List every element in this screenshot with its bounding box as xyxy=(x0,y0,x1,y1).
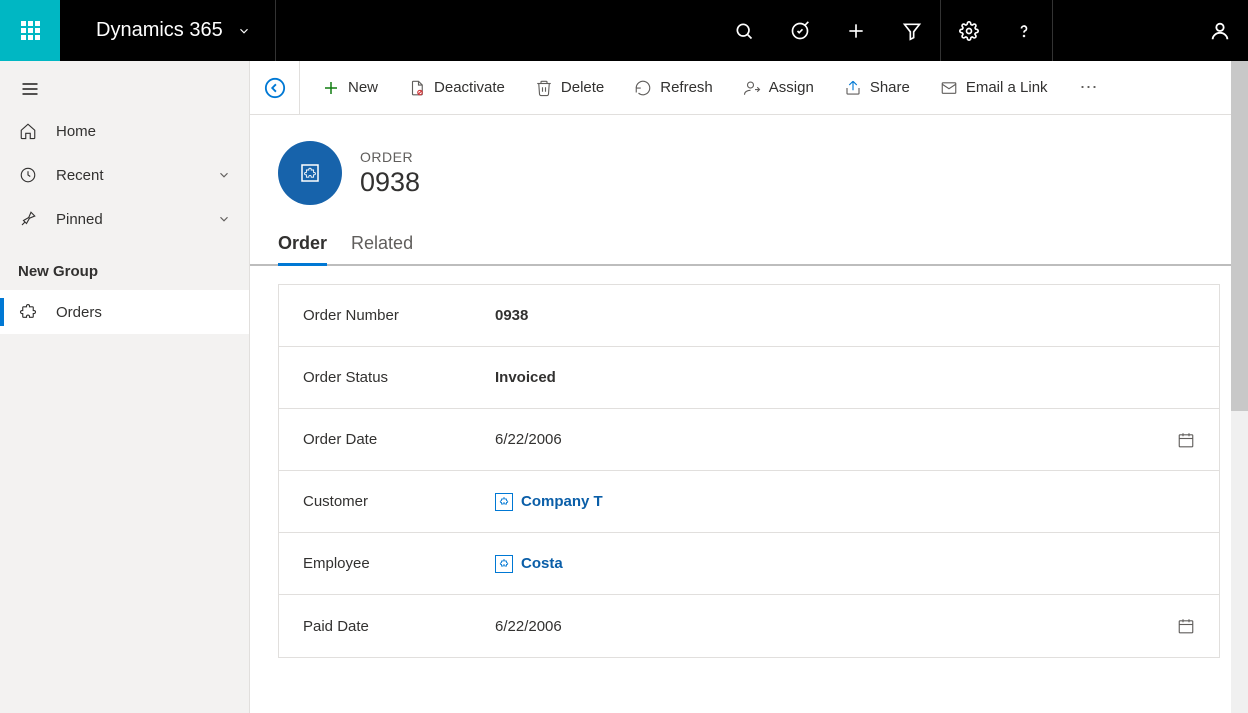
app-launcher[interactable] xyxy=(0,0,60,61)
command-share[interactable]: Share xyxy=(832,71,922,105)
command-label: Email a Link xyxy=(966,79,1048,96)
chevron-down-icon xyxy=(217,168,231,182)
record-icon xyxy=(278,141,342,205)
assign-icon xyxy=(743,79,761,97)
field-label: Order Number xyxy=(303,307,495,324)
sidebar-item-recent[interactable]: Recent xyxy=(0,153,249,197)
topbar: Dynamics 365 xyxy=(0,0,1248,61)
command-refresh[interactable]: Refresh xyxy=(622,71,725,105)
tab-order[interactable]: Order xyxy=(278,225,327,264)
settings-icon[interactable] xyxy=(940,0,996,61)
field-label: Order Status xyxy=(303,369,495,386)
command-new[interactable]: New xyxy=(310,71,390,105)
command-label: Refresh xyxy=(660,79,713,96)
link-text: Costa xyxy=(521,555,563,572)
command-label: Deactivate xyxy=(434,79,505,96)
field-paid-date: Paid Date 6/22/2006 xyxy=(279,595,1219,657)
search-icon[interactable] xyxy=(716,0,772,61)
topbar-actions xyxy=(716,0,1248,61)
field-label: Customer xyxy=(303,493,495,510)
field-label: Paid Date xyxy=(303,618,495,635)
entity-label: ORDER xyxy=(360,149,420,165)
chevron-down-icon xyxy=(237,24,251,38)
back-button[interactable] xyxy=(250,61,300,114)
link-text: Company T xyxy=(521,493,603,510)
field-employee: Employee Costa xyxy=(279,533,1219,595)
pin-icon xyxy=(18,210,38,228)
chevron-down-icon xyxy=(217,212,231,226)
clock-icon xyxy=(18,166,38,184)
hamburger-button[interactable] xyxy=(0,69,249,109)
record-tabs: Order Related xyxy=(250,225,1248,266)
lookup-icon xyxy=(495,493,513,511)
command-label: Assign xyxy=(769,79,814,96)
sidebar-item-pinned[interactable]: Pinned xyxy=(0,197,249,241)
sidebar-item-label: Home xyxy=(56,123,231,140)
sidebar-item-orders[interactable]: Orders xyxy=(0,290,249,334)
calendar-icon[interactable] xyxy=(1177,617,1195,635)
field-label: Employee xyxy=(303,555,495,572)
form-panel: Order Number 0938 Order Status Invoiced … xyxy=(278,284,1220,658)
field-order-date: Order Date 6/22/2006 xyxy=(279,409,1219,471)
field-customer: Customer Company T xyxy=(279,471,1219,533)
record-header: ORDER 0938 xyxy=(250,115,1248,225)
overflow-menu[interactable]: ⋯ xyxy=(1066,69,1114,106)
field-value-link[interactable]: Company T xyxy=(495,493,1195,511)
app-title-text: Dynamics 365 xyxy=(96,19,223,42)
field-order-status: Order Status Invoiced xyxy=(279,347,1219,409)
command-label: New xyxy=(348,79,378,96)
help-icon[interactable] xyxy=(996,0,1052,61)
field-value[interactable]: Invoiced xyxy=(495,369,1195,386)
content-area: New Deactivate Delete xyxy=(250,61,1248,713)
app-title-section[interactable]: Dynamics 365 xyxy=(60,0,276,61)
user-avatar[interactable] xyxy=(1192,0,1248,61)
share-icon xyxy=(844,79,862,97)
calendar-icon[interactable] xyxy=(1177,431,1195,449)
command-delete[interactable]: Delete xyxy=(523,71,616,105)
add-icon[interactable] xyxy=(828,0,884,61)
waffle-icon xyxy=(21,21,40,40)
deactivate-icon xyxy=(408,79,426,97)
plus-icon xyxy=(322,79,340,97)
email-icon xyxy=(940,79,958,97)
scrollbar-thumb[interactable] xyxy=(1231,61,1248,411)
field-value[interactable]: 6/22/2006 xyxy=(495,618,1177,635)
sidebar-item-home[interactable]: Home xyxy=(0,109,249,153)
command-label: Share xyxy=(870,79,910,96)
lookup-icon xyxy=(495,555,513,573)
tab-related[interactable]: Related xyxy=(351,225,413,264)
entity-title: 0938 xyxy=(360,167,420,198)
sidebar-item-label: Pinned xyxy=(56,211,217,228)
field-value[interactable]: 0938 xyxy=(495,307,1195,324)
command-bar: New Deactivate Delete xyxy=(250,61,1248,115)
vertical-scrollbar[interactable] xyxy=(1231,61,1248,713)
field-order-number: Order Number 0938 xyxy=(279,285,1219,347)
filter-icon[interactable] xyxy=(884,0,940,61)
command-deactivate[interactable]: Deactivate xyxy=(396,71,517,105)
task-flow-icon[interactable] xyxy=(772,0,828,61)
command-assign[interactable]: Assign xyxy=(731,71,826,105)
field-label: Order Date xyxy=(303,431,495,448)
field-value-link[interactable]: Costa xyxy=(495,555,1195,573)
sidebar-group-header: New Group xyxy=(0,241,249,290)
home-icon xyxy=(18,122,38,140)
trash-icon xyxy=(535,79,553,97)
refresh-icon xyxy=(634,79,652,97)
sidebar-item-label: Orders xyxy=(56,304,231,321)
sidebar: Home Recent Pinned New Group xyxy=(0,61,250,713)
field-value[interactable]: 6/22/2006 xyxy=(495,431,1177,448)
sidebar-item-label: Recent xyxy=(56,167,217,184)
puzzle-icon xyxy=(18,303,38,321)
command-email-link[interactable]: Email a Link xyxy=(928,71,1060,105)
command-label: Delete xyxy=(561,79,604,96)
